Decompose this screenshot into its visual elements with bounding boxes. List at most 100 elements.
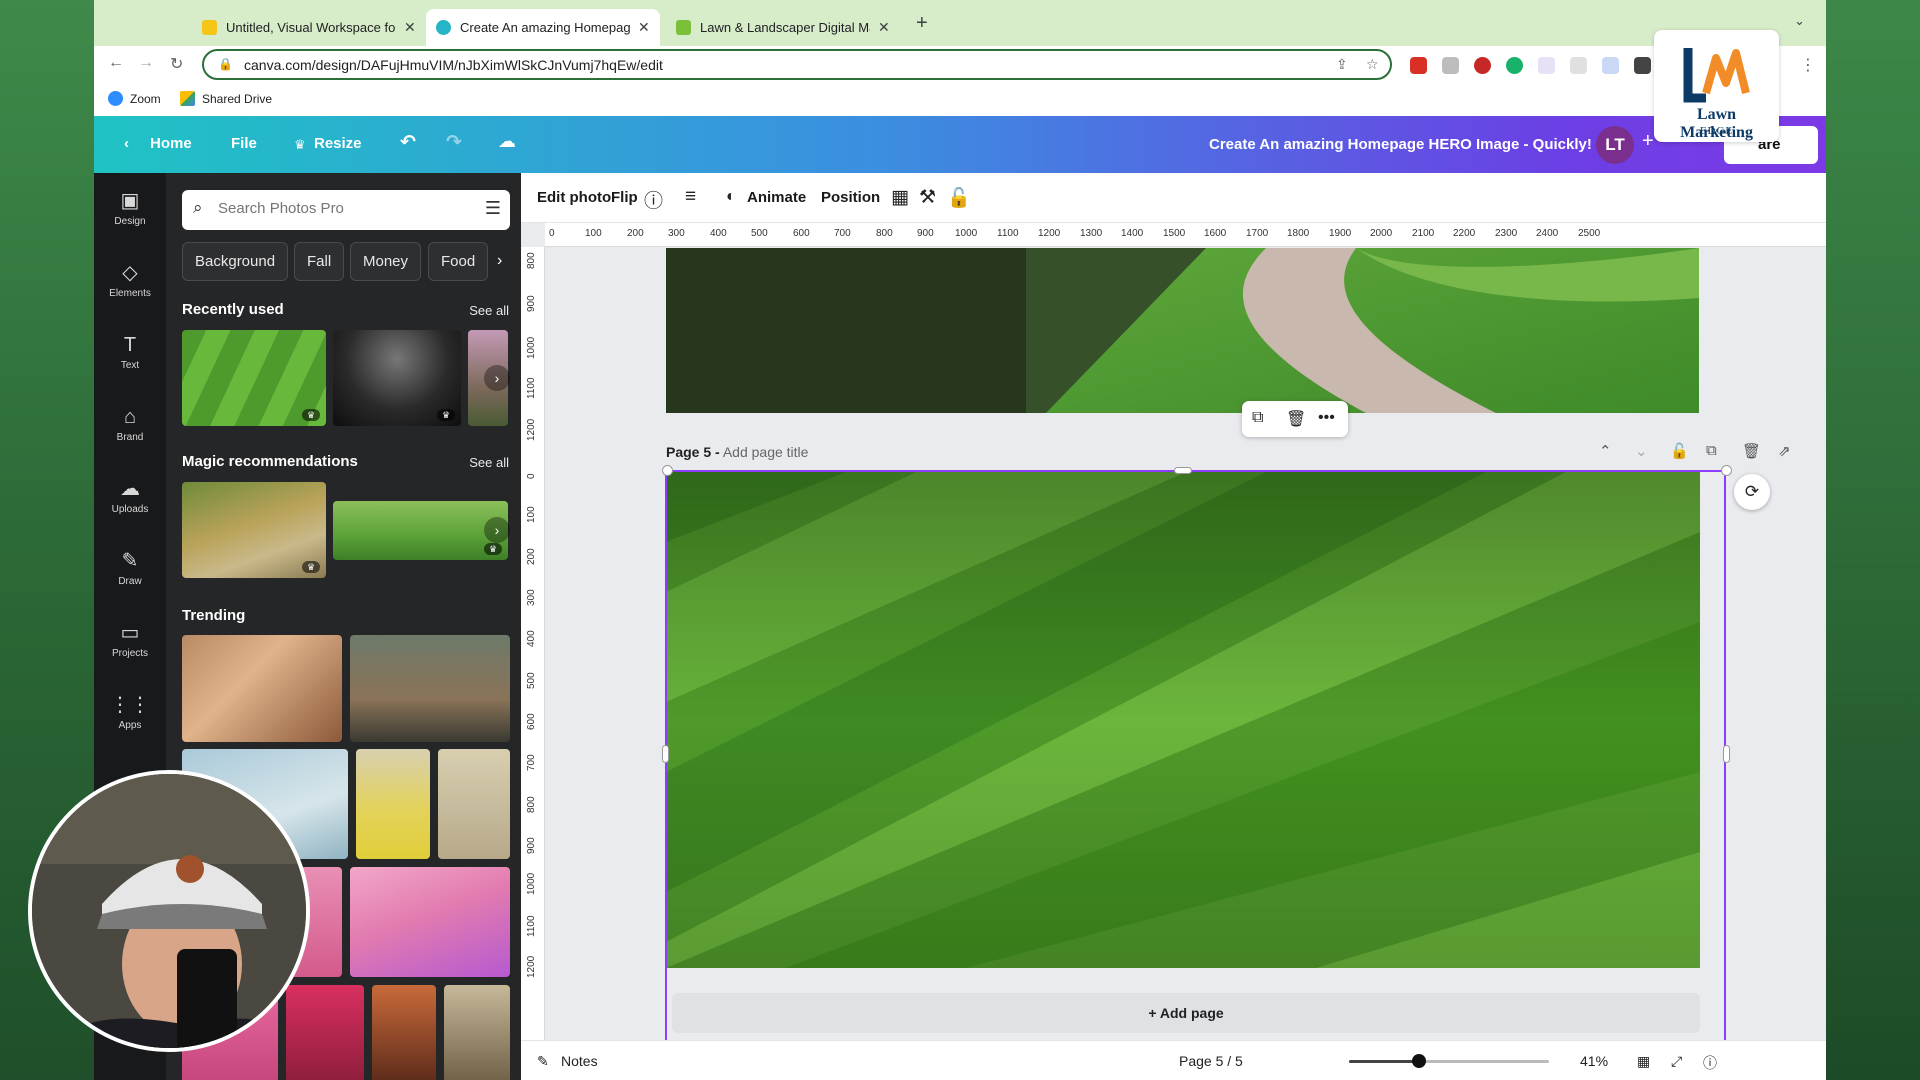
position-button[interactable]: Position bbox=[821, 189, 880, 206]
rail-elements[interactable]: ◇ Elements bbox=[94, 262, 166, 299]
photo-thumb-lawn-mower[interactable]: ♛ bbox=[333, 501, 508, 560]
close-tab-icon[interactable]: ✕ bbox=[878, 19, 890, 36]
extension-icon[interactable] bbox=[1602, 57, 1619, 74]
lock-page-icon[interactable]: 🔓 bbox=[1670, 442, 1689, 460]
extension-icon[interactable] bbox=[1474, 57, 1491, 74]
zoom-slider-knob[interactable] bbox=[1412, 1054, 1426, 1068]
info-icon[interactable]: ⓘ bbox=[644, 186, 663, 213]
bookmark-shared-drive[interactable]: Shared Drive bbox=[180, 91, 272, 106]
reload-icon[interactable]: ↻ bbox=[170, 54, 183, 74]
resize-handle-right[interactable] bbox=[1723, 745, 1730, 763]
resize-handle-top-left[interactable] bbox=[662, 465, 673, 476]
photo-thumb-lawn-stripes[interactable]: ♛ bbox=[182, 330, 326, 426]
notes-button[interactable]: Notes bbox=[561, 1053, 598, 1069]
file-menu-button[interactable]: File bbox=[231, 135, 257, 152]
lock-icon[interactable]: 🔓 bbox=[947, 186, 971, 210]
url-text[interactable]: canva.com/design/DAFujHmuVIM/nJbXimWlSkC… bbox=[244, 57, 663, 73]
add-page-button[interactable]: + Add page bbox=[672, 993, 1700, 1033]
photo-thumb-dark-gradient[interactable]: ♛ bbox=[333, 330, 461, 426]
tab-lawn-landscaper[interactable]: Lawn & Landscaper Digital Ma ✕ bbox=[666, 9, 900, 46]
flip-button[interactable]: Flip bbox=[611, 189, 638, 206]
rail-uploads[interactable]: ☁ Uploads bbox=[94, 478, 166, 515]
resize-handle-top-right[interactable] bbox=[1721, 465, 1732, 476]
border-style-icon[interactable]: ≡ bbox=[685, 186, 696, 208]
cloud-save-icon[interactable]: ☁ bbox=[498, 131, 516, 152]
duplicate-page-icon[interactable]: ⧉ bbox=[1706, 442, 1717, 459]
redo-icon[interactable]: ↷ bbox=[446, 131, 462, 154]
rail-apps[interactable]: ⋮⋮ Apps bbox=[94, 694, 166, 731]
photo-thumb-porch[interactable] bbox=[350, 635, 510, 742]
help-icon[interactable]: ⓘ bbox=[1703, 1053, 1717, 1073]
fullscreen-icon[interactable]: ⤢ bbox=[1671, 1053, 1682, 1070]
rail-brand[interactable]: ⌂ Brand bbox=[94, 406, 166, 443]
filter-icon[interactable]: ☰ bbox=[485, 198, 501, 219]
bookmark-zoom[interactable]: Zoom bbox=[108, 91, 161, 106]
zoom-slider[interactable] bbox=[1349, 1054, 1549, 1068]
tab-untitled[interactable]: Untitled, Visual Workspace for ✕ bbox=[192, 9, 426, 46]
resize-button[interactable]: Resize bbox=[314, 135, 362, 152]
puzzle-extensions-icon[interactable] bbox=[1634, 57, 1651, 74]
transparency-icon[interactable]: ▦ bbox=[891, 186, 909, 209]
grammarly-icon[interactable] bbox=[1506, 57, 1523, 74]
photo-thumb-flowers[interactable] bbox=[182, 635, 342, 742]
photo-thumb-mower-yellow[interactable]: ♛ bbox=[182, 482, 326, 578]
zoom-level[interactable]: 41% bbox=[1580, 1053, 1608, 1069]
search-input[interactable] bbox=[218, 200, 468, 217]
duplicate-page-icon[interactable]: ⧉ bbox=[1252, 409, 1263, 427]
photo-thumb-yellow-dress[interactable] bbox=[356, 749, 430, 859]
add-collaborator-icon[interactable]: + bbox=[1642, 130, 1654, 153]
chevron-down-icon[interactable]: ⌄ bbox=[1635, 442, 1648, 460]
address-bar[interactable]: 🔒 canva.com/design/DAFujHmuVIM/nJbXimWlS… bbox=[202, 49, 1392, 80]
page-4-image[interactable] bbox=[666, 248, 1699, 413]
chip-fall[interactable]: Fall bbox=[294, 242, 345, 281]
user-avatar[interactable]: LT bbox=[1596, 126, 1634, 164]
page-title-input[interactable]: Add page title bbox=[723, 444, 809, 460]
chevron-right-icon[interactable]: › bbox=[497, 252, 502, 270]
see-all-magic-link[interactable]: See all bbox=[469, 455, 509, 470]
grid-view-icon[interactable]: ▦ bbox=[1637, 1053, 1650, 1070]
extension-icon[interactable] bbox=[1538, 57, 1555, 74]
animate-icon[interactable]: ◐ bbox=[726, 188, 736, 206]
bookmark-star-icon[interactable]: ☆ bbox=[1366, 56, 1379, 73]
add-page-icon[interactable]: ⇗ bbox=[1778, 442, 1791, 460]
tab-search-icon[interactable]: ⌄ bbox=[1794, 13, 1805, 29]
back-chevron-icon[interactable]: ‹ bbox=[124, 135, 129, 152]
rail-draw[interactable]: ✎ Draw bbox=[94, 550, 166, 587]
edit-photo-button[interactable]: Edit photo bbox=[537, 189, 611, 206]
photo-thumb-dancer[interactable] bbox=[372, 985, 436, 1080]
photo-thumb-pink-clouds[interactable] bbox=[350, 867, 510, 977]
new-tab-icon[interactable]: + bbox=[916, 12, 928, 35]
photo-thumb-objects[interactable] bbox=[444, 985, 510, 1080]
share-page-icon[interactable]: ⇪ bbox=[1336, 56, 1348, 73]
chip-background[interactable]: Background bbox=[182, 242, 289, 281]
undo-icon[interactable]: ↶ bbox=[400, 131, 416, 154]
browser-menu-icon[interactable]: ⋮ bbox=[1800, 55, 1816, 75]
extension-icon[interactable] bbox=[1410, 57, 1427, 74]
see-all-recent-link[interactable]: See all bbox=[469, 303, 509, 318]
camera-extension-icon[interactable] bbox=[1442, 57, 1459, 74]
chip-money[interactable]: Money bbox=[350, 242, 422, 281]
more-options-icon[interactable]: ••• bbox=[1318, 409, 1335, 427]
resize-handle-top[interactable] bbox=[1174, 467, 1192, 474]
animate-button[interactable]: Animate bbox=[747, 189, 806, 206]
extension-icon[interactable] bbox=[1570, 57, 1587, 74]
chip-food[interactable]: Food bbox=[428, 242, 489, 281]
photo-thumb-laughing-man[interactable] bbox=[438, 749, 510, 859]
forward-icon[interactable]: → bbox=[138, 54, 154, 72]
photo-thumb-red[interactable] bbox=[286, 985, 364, 1080]
rail-projects[interactable]: ▭ Projects bbox=[94, 622, 166, 659]
rail-design[interactable]: ▣ Design bbox=[94, 190, 166, 227]
rail-text[interactable]: T Text bbox=[94, 334, 166, 371]
document-title[interactable]: Create An amazing Homepage HERO Image - … bbox=[1209, 136, 1592, 153]
resize-handle-left[interactable] bbox=[662, 745, 669, 763]
chevron-up-icon[interactable]: ⌃ bbox=[1599, 442, 1612, 460]
close-tab-icon[interactable]: ✕ bbox=[404, 19, 416, 36]
chevron-right-icon[interactable]: › bbox=[484, 517, 510, 543]
page-indicator[interactable]: Page 5 / 5 bbox=[1179, 1053, 1243, 1069]
close-tab-icon[interactable]: ✕ bbox=[638, 19, 650, 36]
tab-canva-design[interactable]: Create An amazing Homepage ✕ bbox=[426, 9, 660, 46]
chevron-right-icon[interactable]: › bbox=[484, 365, 510, 391]
home-button[interactable]: Home bbox=[150, 135, 192, 152]
delete-page-icon[interactable]: 🗑 bbox=[1742, 442, 1761, 460]
delete-page-icon[interactable]: 🗑 bbox=[1286, 409, 1306, 429]
